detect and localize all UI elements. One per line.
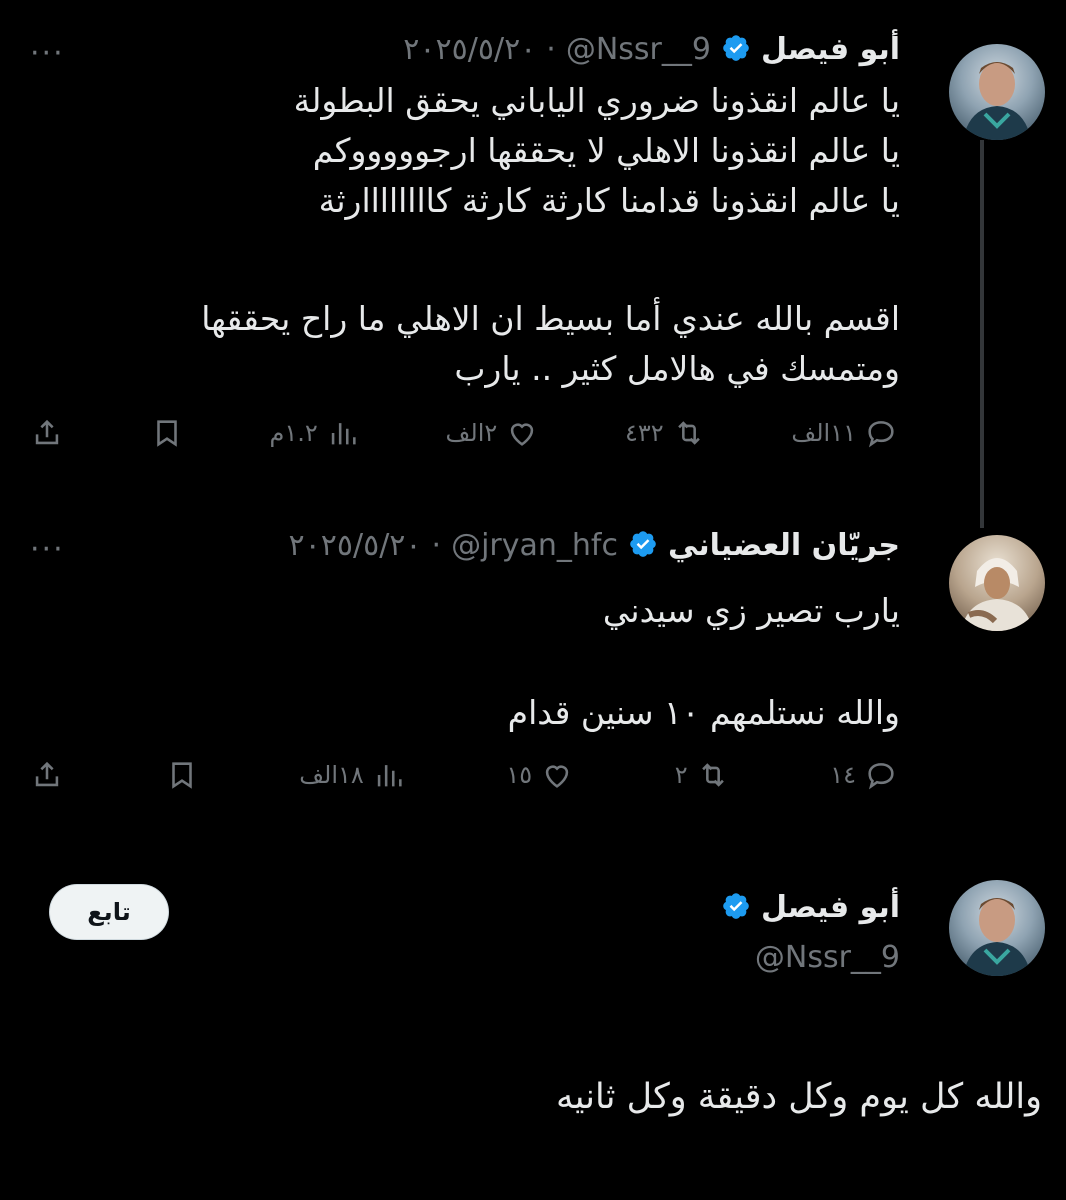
follow-button[interactable]: تابع	[50, 885, 168, 939]
views-count: ١.٢م	[269, 419, 318, 447]
like-count: ١٥	[506, 761, 533, 789]
views-button[interactable]: ١٨الف	[299, 758, 406, 792]
tweet-date[interactable]: ٢٠٢٥/٥/٢٠	[289, 528, 422, 563]
avatar-portrait-image	[963, 62, 1031, 140]
tweet-text: يا عالم انقذونا ضروري الياباني يحقق البط…	[80, 76, 900, 226]
bookmark-button[interactable]	[165, 758, 199, 792]
like-count: ٢الف	[445, 419, 498, 447]
tweet-text: يارب تصير زي سيدني	[80, 586, 900, 636]
tweet-header: أبو فيصل @Nssr__9 · ٢٠٢٥/٥/٢٠	[403, 32, 900, 67]
tweet-text-paragraph: اقسم بالله عندي أما بسيط ان الاهلي ما را…	[80, 294, 900, 394]
avatar-portrait-image	[961, 558, 1033, 631]
reply-button[interactable]: ١١الف	[791, 416, 898, 450]
verified-badge-icon	[721, 33, 751, 67]
avatar-portrait-image	[963, 898, 1031, 976]
retweet-count: ٤٣٢	[624, 419, 664, 447]
tweet-line: اقسم بالله عندي أما بسيط ان الاهلي ما را…	[201, 299, 900, 338]
profile-header: أبو فيصل	[721, 890, 900, 925]
more-options-icon[interactable]: ···	[30, 532, 65, 567]
retweet-button[interactable]: ٢	[675, 758, 730, 792]
separator-dot: ·	[546, 32, 556, 67]
author-name[interactable]: أبو فيصل	[761, 32, 900, 67]
tweet-text-paragraph: والله نستلمهم ١٠ سنين قدام	[80, 688, 900, 738]
reply-count: ١٤	[830, 761, 856, 789]
reply-count: ١١الف	[791, 419, 856, 447]
author-handle[interactable]: @Nssr__9	[755, 940, 900, 975]
more-options-icon[interactable]: ···	[30, 36, 65, 71]
like-icon	[511, 423, 534, 446]
retweet-button[interactable]: ٤٣٢	[625, 416, 706, 450]
bookmark-button[interactable]	[150, 416, 184, 450]
like-button[interactable]: ٢الف	[446, 416, 540, 450]
retweet-icon	[701, 763, 724, 787]
tweet-header: جريّان العضياني @jryan_hfc · ٢٠٢٥/٥/٢٠	[289, 528, 900, 563]
views-button[interactable]: ١.٢م	[270, 416, 360, 450]
reply-icon	[868, 421, 894, 448]
verified-badge-icon	[721, 891, 751, 925]
views-icon	[331, 423, 356, 445]
share-button[interactable]	[30, 758, 64, 792]
like-button[interactable]: ١٥	[506, 758, 574, 792]
bookmark-icon	[171, 762, 192, 789]
avatar[interactable]	[949, 44, 1045, 140]
author-name[interactable]: أبو فيصل	[761, 890, 900, 925]
reply-button[interactable]: ١٤	[830, 758, 898, 792]
tweet-actions: ١٤ ٢ ١٥ ١٨الف	[30, 758, 898, 792]
verified-badge-icon	[628, 529, 658, 563]
author-handle[interactable]: @Nssr__9	[566, 32, 711, 67]
views-icon	[377, 765, 402, 787]
retweet-icon	[677, 421, 700, 445]
author-name[interactable]: جريّان العضياني	[668, 528, 900, 563]
bookmark-icon	[157, 420, 177, 447]
avatar[interactable]	[949, 880, 1045, 976]
views-count: ١٨الف	[299, 761, 364, 789]
tweet-line: ومتمسك في هالامل كثير .. يارب	[454, 349, 900, 388]
share-icon	[35, 761, 59, 787]
reply-icon	[868, 763, 894, 790]
post-text: والله كل يوم وكل دقيقة وكل ثانيه	[555, 1077, 1042, 1117]
tweet-line: يا عالم انقذونا قدامنا كارثة كارثة كاااا…	[318, 181, 900, 220]
author-handle[interactable]: @jryan_hfc	[451, 528, 618, 563]
retweet-count: ٢	[674, 761, 688, 789]
tweet-line: يا عالم انقذونا الاهلي لا يحققها ارجوووو…	[312, 131, 900, 170]
tweet-line: يارب تصير زي سيدني	[602, 591, 900, 630]
tweet-line: والله نستلمهم ١٠ سنين قدام	[507, 693, 900, 732]
tweet-actions: ١١الف ٤٣٢ ٢الف ١.٢م	[30, 416, 898, 450]
avatar[interactable]	[949, 535, 1045, 631]
share-icon	[35, 419, 59, 445]
thread-line	[980, 140, 984, 528]
share-button[interactable]	[30, 416, 64, 450]
tweet-line: يا عالم انقذونا ضروري الياباني يحقق البط…	[293, 81, 900, 120]
separator-dot: ·	[431, 528, 442, 563]
like-icon	[545, 765, 569, 788]
tweet-date[interactable]: ٢٠٢٥/٥/٢٠	[403, 32, 536, 67]
